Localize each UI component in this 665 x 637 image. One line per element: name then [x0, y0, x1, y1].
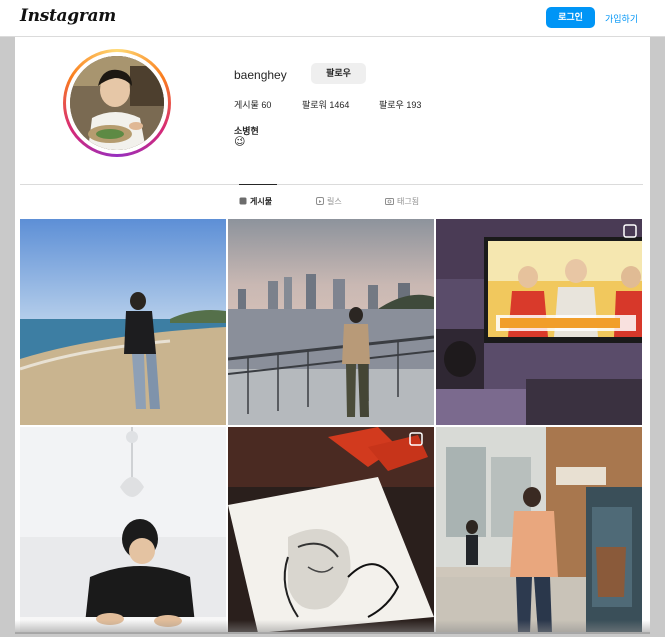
tab-posts[interactable]: 게시물 — [239, 196, 272, 207]
tab-tagged[interactable]: 태그됨 — [385, 196, 419, 207]
profile-avatar[interactable] — [70, 56, 164, 150]
tab-label: 태그됨 — [397, 197, 420, 206]
posts-count: 게시물 60 — [234, 100, 272, 110]
active-tab-indicator — [239, 184, 277, 185]
profile-page: baenghey 팔로우 게시물 60 팔로워 1464 팔로우 193 소병현… — [15, 37, 650, 632]
tab-label: 게시물 — [250, 197, 273, 206]
post-thumbnail-tv-show[interactable] — [436, 219, 642, 425]
bio-emoji: 😉 — [234, 136, 246, 148]
tab-divider — [20, 184, 643, 185]
post-thumbnail-sketch[interactable] — [228, 427, 434, 632]
instagram-logo[interactable]: Instagram — [20, 6, 116, 26]
top-navigation-bar: Instagram 로그인 가입하기 — [0, 0, 665, 37]
follow-button[interactable]: 팔로우 — [311, 63, 366, 84]
post-thumbnail-cafe[interactable] — [436, 427, 642, 632]
reels-icon — [316, 196, 324, 207]
tagged-icon — [385, 197, 394, 207]
post-thumbnail-harbor[interactable] — [228, 219, 434, 425]
profile-username: baenghey — [234, 68, 287, 82]
signup-link[interactable]: 가입하기 — [605, 12, 638, 25]
story-ring[interactable] — [63, 49, 171, 157]
post-thumbnail-beach[interactable] — [20, 219, 226, 425]
followers-count[interactable]: 팔로워 1464 — [302, 98, 349, 111]
post-thumbnail-desk[interactable] — [20, 427, 226, 632]
tab-reels[interactable]: 릴스 — [316, 196, 342, 207]
grid-icon — [239, 197, 247, 207]
bottom-fade — [15, 620, 650, 634]
login-button[interactable]: 로그인 — [546, 7, 595, 28]
tab-label: 릴스 — [327, 197, 342, 206]
following-count[interactable]: 팔로우 193 — [379, 98, 421, 111]
